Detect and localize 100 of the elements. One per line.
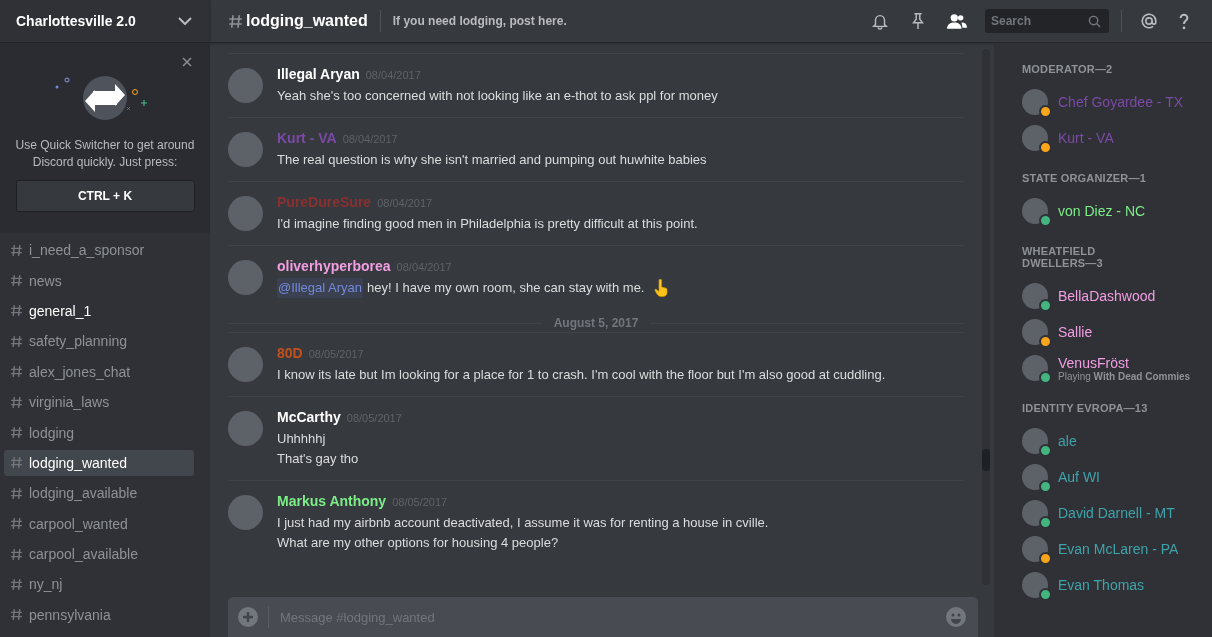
avatar-placeholder[interactable] xyxy=(228,411,263,446)
scrollbar[interactable] xyxy=(982,49,990,585)
chevron-down-icon xyxy=(178,17,192,25)
author-name[interactable]: Markus Anthony xyxy=(277,493,387,509)
channel-name: virginia_laws xyxy=(29,394,110,411)
channel-item[interactable]: lodging xyxy=(4,419,194,446)
hash-icon xyxy=(10,517,23,531)
member-item[interactable]: Evan McLaren - PA xyxy=(1022,531,1212,567)
avatar-placeholder xyxy=(1022,283,1048,309)
message-text: That's gay tho xyxy=(277,450,359,468)
hash-icon xyxy=(10,547,23,561)
search-field[interactable]: Search xyxy=(985,9,1109,33)
member-name: VenusFröst xyxy=(1058,354,1130,371)
help-icon[interactable] xyxy=(1178,12,1190,30)
channel-name: i_need_a_sponsor xyxy=(29,242,145,259)
member-name: Sallie xyxy=(1058,324,1093,340)
author-name[interactable]: oliverhyperborea xyxy=(277,258,391,274)
member-item[interactable]: Auf WI xyxy=(1022,459,1212,495)
avatar-placeholder[interactable] xyxy=(228,347,263,382)
channel-title: lodging_wanted xyxy=(246,12,368,30)
avatar-placeholder[interactable] xyxy=(228,196,263,231)
channel-name: safety_planning xyxy=(29,333,128,350)
channel-item[interactable]: pennsylvania xyxy=(4,601,194,629)
close-icon[interactable] xyxy=(182,57,192,67)
avatar-placeholder[interactable] xyxy=(228,132,263,167)
search-icon xyxy=(1088,15,1101,28)
avatar-placeholder xyxy=(1022,500,1048,526)
channel-item[interactable]: i_need_a_sponsor xyxy=(4,237,194,264)
plus-icon[interactable] xyxy=(238,607,258,627)
channel-name: lodging_wanted xyxy=(29,454,128,471)
hash-icon xyxy=(10,578,23,591)
message-text: Yeah she's too concerned with not looking like an e-thot to ask ppl for money xyxy=(277,87,718,105)
channel-item[interactable]: general_1 xyxy=(4,297,194,325)
channel-name: general_1 xyxy=(29,302,92,319)
member-item[interactable]: VenusFröst Playing With Dead Commies xyxy=(1022,350,1212,386)
member-item[interactable]: von Diez - NC xyxy=(1022,193,1212,229)
channel-item[interactable]: news xyxy=(4,267,194,294)
member-item[interactable]: ale xyxy=(1022,423,1212,459)
hash-icon xyxy=(10,456,23,470)
message-text: hey! I have my own room, she can stay with me. xyxy=(367,279,645,297)
member-item[interactable]: Sallie xyxy=(1022,314,1212,350)
avatar-placeholder xyxy=(1022,319,1048,345)
author-name[interactable]: 80D xyxy=(277,345,303,361)
role-heading: WHEATFIELD DWELLERS—3 xyxy=(1022,245,1104,269)
author-name[interactable]: McCarthy xyxy=(277,409,341,425)
message-text: What are my other options for housing 4 people? xyxy=(277,534,559,552)
hash-icon xyxy=(10,608,23,622)
member-item[interactable]: Evan Thomas xyxy=(1022,567,1212,603)
message-text: I'd imagine finding good men in Philadelphia is pretty difficult at this point. xyxy=(277,215,698,233)
channel-item[interactable]: ny_nj xyxy=(4,571,194,598)
message-text: Uhhhhhj xyxy=(277,430,326,448)
smiley-icon[interactable] xyxy=(946,607,966,627)
pin-icon[interactable] xyxy=(909,12,927,30)
shortcut-button[interactable]: CTRL + K xyxy=(15,180,195,212)
hash-icon xyxy=(10,304,23,318)
channel-item[interactable]: safety_planning xyxy=(4,328,194,355)
channel-name: carpool_available xyxy=(29,546,138,563)
message-text: I know its late but Im looking for a place for 1 to crash. I'm cool with the floor but I'm also good at cuddling. xyxy=(277,366,886,384)
avatar-placeholder[interactable] xyxy=(228,495,263,530)
bell-icon[interactable] xyxy=(871,12,889,30)
role-heading: IDENTITY EVROPA—13 xyxy=(1022,402,1149,414)
message-text: The real question is why she isn't married and pumping out huwhite babies xyxy=(277,151,707,169)
hash-icon xyxy=(10,365,23,379)
channel-name: pennsylvania xyxy=(29,606,111,623)
author-name[interactable]: Illegal Aryan xyxy=(277,66,360,82)
avatar-placeholder[interactable] xyxy=(228,260,263,295)
channel-item[interactable]: carpool_available xyxy=(4,540,194,568)
channel-name: ny_nj xyxy=(29,576,63,593)
member-name: Auf WI xyxy=(1058,469,1100,485)
member-name: ale xyxy=(1058,433,1077,449)
channel-item[interactable]: carpool_wanted xyxy=(4,510,194,537)
members-icon[interactable] xyxy=(947,12,967,30)
hash-icon xyxy=(10,395,23,409)
hash-icon xyxy=(10,274,23,288)
avatar-placeholder xyxy=(1022,198,1048,224)
channel-item[interactable]: virginia_laws xyxy=(4,388,194,416)
avatar-placeholder[interactable] xyxy=(228,68,263,103)
member-name: David Darnell - MT xyxy=(1058,505,1175,521)
mention-icon[interactable] xyxy=(1140,12,1158,30)
hash-icon xyxy=(10,334,23,348)
hash-icon xyxy=(10,486,23,500)
hash-icon xyxy=(228,13,243,29)
member-item[interactable]: David Darnell - MT xyxy=(1022,495,1212,531)
user-mention[interactable]: @Illegal Aryan xyxy=(277,278,364,298)
member-name: BellaDashwood xyxy=(1058,288,1156,304)
avatar-placeholder xyxy=(1022,428,1048,454)
member-item[interactable]: BellaDashwood xyxy=(1022,278,1212,314)
message-text: I just had my airbnb account deactivated, I assume it was for renting a house in cville. xyxy=(277,514,769,532)
channel-item[interactable]: alex_jones_chat xyxy=(4,358,194,385)
avatar-placeholder xyxy=(1022,355,1048,381)
channel-item[interactable]: lodging_wanted xyxy=(4,449,194,477)
channel-topic: If you need lodging, post here. xyxy=(392,14,567,28)
member-name: Evan McLaren - PA xyxy=(1058,541,1179,557)
avatar-placeholder xyxy=(1022,572,1048,598)
member-name: Chef Goyardee - TX xyxy=(1058,94,1184,110)
date-divider-label: August 5, 2017 xyxy=(553,316,639,330)
avatar-placeholder xyxy=(1022,464,1048,490)
role-heading: STATE ORGANIZER—1 xyxy=(1022,172,1147,184)
avatar-placeholder xyxy=(1022,89,1048,115)
channel-item[interactable]: lodging_available xyxy=(4,480,194,507)
